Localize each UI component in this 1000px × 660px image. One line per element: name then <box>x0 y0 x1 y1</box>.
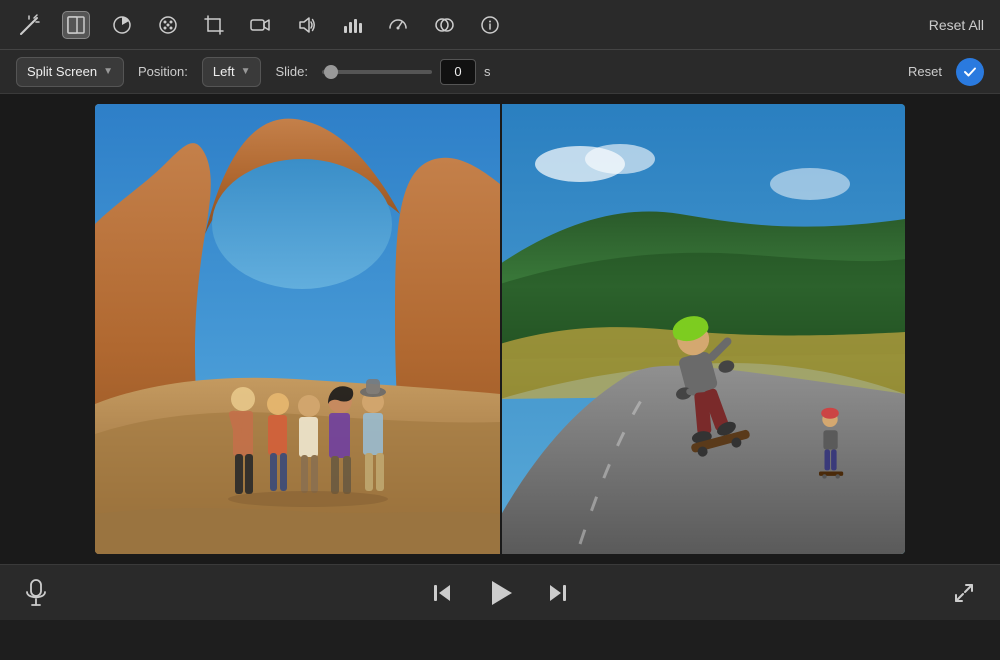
palette-icon[interactable] <box>154 11 182 39</box>
reset-all-button[interactable]: Reset All <box>929 17 984 33</box>
skip-forward-button[interactable] <box>546 581 570 605</box>
bottom-left-controls <box>24 579 48 607</box>
fullscreen-icon[interactable] <box>952 581 976 605</box>
slide-value-display: 0 <box>440 59 476 85</box>
position-dropdown-arrow: ▼ <box>241 66 251 77</box>
speaker-icon[interactable] <box>292 11 320 39</box>
microphone-icon[interactable] <box>24 579 48 607</box>
bars-chart-icon[interactable] <box>338 11 366 39</box>
color-wheel-icon[interactable] <box>108 11 136 39</box>
slide-slider-track[interactable] <box>322 70 432 74</box>
slide-unit: s <box>484 64 491 79</box>
speed-gauge-icon[interactable] <box>384 11 412 39</box>
play-button[interactable] <box>482 575 518 611</box>
bottom-center-controls <box>48 575 952 611</box>
position-value: Left <box>213 64 235 79</box>
effect-dropdown-arrow: ▼ <box>103 66 113 77</box>
reset-button[interactable]: Reset <box>908 64 942 79</box>
bottom-bar <box>0 564 1000 620</box>
video-left-panel <box>95 104 500 554</box>
bottom-right-controls <box>952 581 976 605</box>
slide-slider-container: 0 s <box>322 59 491 85</box>
confirm-button[interactable] <box>956 58 984 86</box>
info-icon[interactable] <box>476 11 504 39</box>
overlay-icon[interactable] <box>430 11 458 39</box>
controls-bar: Split Screen ▼ Position: Left ▼ Slide: 0… <box>0 50 1000 94</box>
video-container <box>95 104 905 554</box>
slide-slider-thumb[interactable] <box>324 65 338 79</box>
skip-back-button[interactable] <box>430 581 454 605</box>
video-right-panel <box>500 104 905 554</box>
top-toolbar: Reset All <box>0 0 1000 50</box>
slide-label: Slide: <box>275 64 308 79</box>
crop-icon[interactable] <box>200 11 228 39</box>
panel-divider <box>500 104 502 554</box>
clip-icon[interactable] <box>62 11 90 39</box>
position-dropdown[interactable]: Left ▼ <box>202 57 262 87</box>
preview-area <box>0 94 1000 564</box>
effect-label: Split Screen <box>27 64 97 79</box>
effect-dropdown[interactable]: Split Screen ▼ <box>16 57 124 87</box>
position-label: Position: <box>138 64 188 79</box>
video-camera-icon[interactable] <box>246 11 274 39</box>
magic-wand-icon[interactable] <box>16 11 44 39</box>
